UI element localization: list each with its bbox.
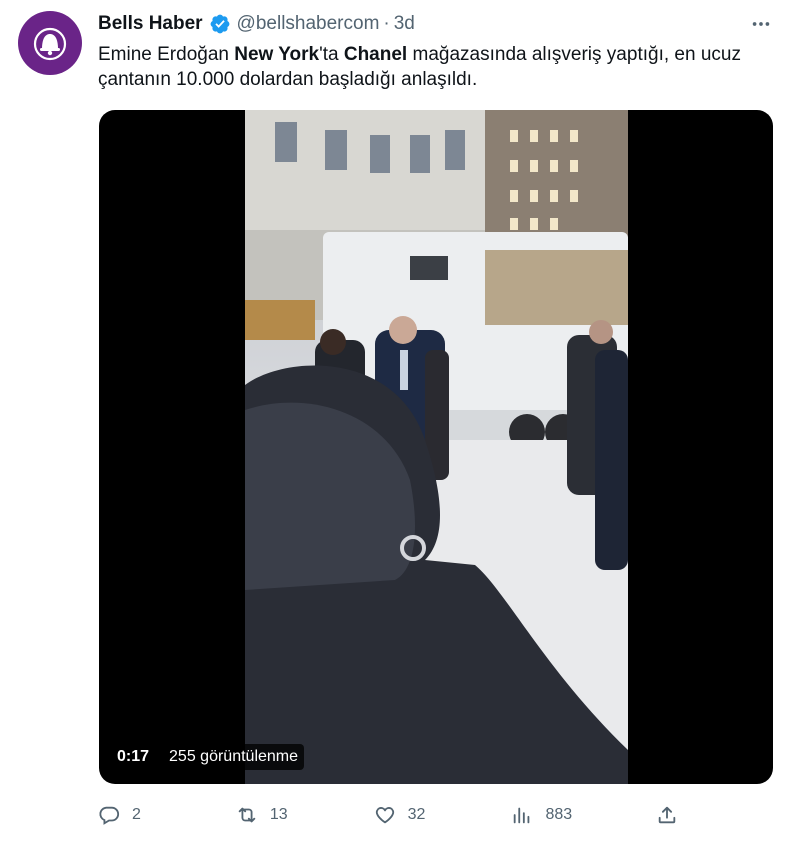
video-player[interactable]: 0:17 255 görüntülenme (99, 110, 773, 784)
tweet-text-part: 'ta (319, 44, 344, 65)
share-icon (658, 806, 676, 824)
reply-icon (99, 806, 120, 825)
avatar[interactable] (18, 11, 82, 75)
views-button[interactable]: 883 (511, 804, 572, 826)
share-button[interactable] (656, 804, 678, 826)
more-options-button[interactable] (746, 12, 776, 36)
video-overlay: 0:17 255 görüntülenme (111, 744, 305, 770)
views-count: 883 (545, 806, 573, 823)
video-frame (245, 110, 628, 784)
like-button[interactable]: 32 (374, 804, 428, 826)
tweet-text-bold: Chanel (343, 44, 408, 65)
tweet-text-part: Emine Erdoğan (98, 44, 235, 65)
verified-badge-icon (210, 14, 229, 34)
bell-logo-icon (33, 27, 67, 61)
retweet-count: 13 (269, 806, 288, 823)
like-icon (375, 807, 394, 824)
tweet-header: Bells Haber @bellshabercom · 3d (98, 12, 758, 36)
retweet-button[interactable]: 13 (236, 804, 290, 826)
views-icon (514, 807, 530, 824)
tweet[interactable]: Bells Haber @bellshabercom · 3d Emine Er… (0, 0, 798, 842)
action-bar: 2 13 32 883 (98, 800, 678, 830)
video-duration: 0:17 (111, 744, 156, 770)
separator-dot: · (383, 13, 390, 34)
video-views: 255 görüntülenme (163, 744, 305, 770)
author-handle[interactable]: @bellshabercom (237, 12, 380, 36)
retweet-icon (238, 807, 256, 823)
like-count: 32 (407, 806, 426, 823)
video-scene (245, 110, 628, 784)
author-name[interactable]: Bells Haber (98, 12, 203, 36)
timestamp[interactable]: 3d (394, 12, 415, 36)
tweet-text: Emine Erdoğan New York'ta Chanel mağazas… (98, 42, 758, 92)
more-icon (752, 22, 770, 26)
reply-count: 2 (132, 806, 141, 823)
reply-button[interactable]: 2 (98, 804, 152, 826)
tweet-text-bold: New York (234, 44, 320, 65)
